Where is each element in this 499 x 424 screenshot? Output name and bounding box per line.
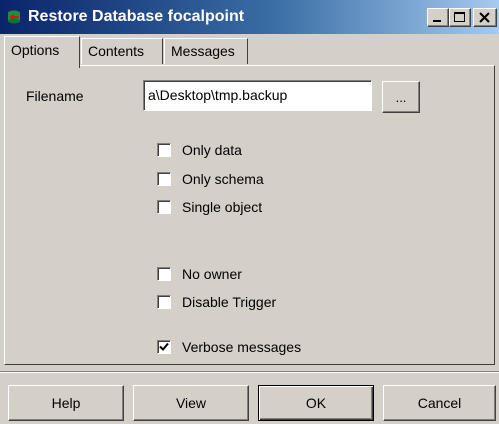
footer-divider — [0, 371, 499, 373]
ok-button[interactable]: OK — [258, 385, 374, 421]
tab-options[interactable]: Options — [4, 36, 80, 68]
window-title: Restore Database focalpoint — [28, 8, 245, 25]
close-icon — [479, 12, 490, 23]
minimize-button[interactable] — [427, 8, 449, 27]
database-app-icon — [8, 10, 20, 24]
tab-contents[interactable]: Contents — [81, 38, 163, 64]
help-button[interactable]: Help — [8, 385, 124, 421]
minimize-icon — [433, 20, 441, 22]
tab-options-label: Options — [11, 42, 60, 58]
options-panel — [4, 65, 495, 365]
cancel-button[interactable]: Cancel — [383, 385, 496, 421]
tab-contents-label: Contents — [88, 43, 145, 59]
view-button[interactable]: View — [133, 385, 249, 421]
title-bar[interactable]: Restore Database focalpoint — [0, 0, 499, 34]
maximize-icon — [454, 12, 465, 22]
tab-messages-label: Messages — [171, 43, 235, 59]
close-button[interactable] — [473, 8, 497, 27]
maximize-button[interactable] — [449, 8, 471, 27]
tab-messages[interactable]: Messages — [164, 38, 248, 64]
